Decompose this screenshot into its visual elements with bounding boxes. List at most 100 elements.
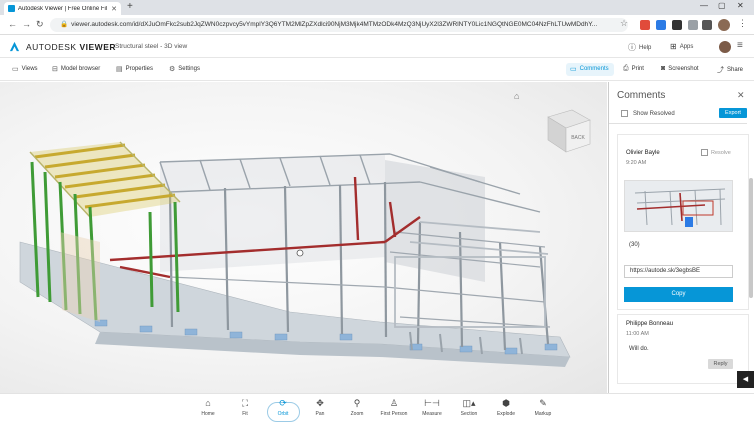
hamburger-menu-icon[interactable]: ≡ [737,40,743,51]
properties-button[interactable]: ▤ Properties [116,65,153,73]
markup-tool-label: Markup [534,411,552,417]
reload-icon[interactable]: ↻ [36,19,44,30]
model-canvas[interactable]: BACK ⌂ [0,82,607,393]
comments-button[interactable]: ▭ Comments [570,65,609,73]
resolve-toggle[interactable]: Resolve [701,149,731,156]
viewer-toolbar: ▭ Views ⊟ Model browser ▤ Properties ⚙ S… [0,59,754,81]
breadcrumb-chevron-icon: › [106,42,109,51]
cursor-marker [296,249,304,257]
orbit-tool-label: Orbit [277,411,289,417]
reply-button[interactable]: Reply [708,359,733,369]
fit-icon: ⛶ [241,398,249,408]
new-tab-icon[interactable]: + [127,1,133,12]
section-tool-button[interactable]: ◫▴ Section [453,398,485,417]
print-button[interactable]: ⎙ Print [623,65,644,73]
browser-profile-avatar[interactable] [718,19,730,31]
show-resolved-checkbox[interactable] [621,110,628,117]
fit-tool-button[interactable]: ⛶ Fit [229,398,261,417]
tab-title: Autodesk Viewer | Free Online Fil [18,5,108,12]
pan-tool-label: Pan [315,411,325,417]
show-resolved-label: Show Resolved [633,110,675,117]
resolve-checkbox[interactable] [701,149,708,156]
app-header: AUTODESK VIEWER › Structural steel - 3D … [0,36,754,58]
pan-tool-button[interactable]: ✥ Pan [304,398,336,417]
panel-scrollbar[interactable] [749,178,753,298]
measure-tool-label: Measure [422,411,442,417]
extensions-puzzle-icon[interactable] [688,20,698,30]
views-label: Views [21,66,38,72]
settings-button[interactable]: ⚙ Settings [169,65,200,73]
fit-tool-label: Fit [242,411,248,417]
measure-tool-button[interactable]: ⊢⊣ Measure [416,398,448,417]
navigation-toolbar [0,393,754,424]
help-icon: ⓘ [628,43,636,52]
extension-menu-icon[interactable] [702,20,712,30]
home-icon: ⌂ [205,398,211,408]
copy-button[interactable]: Copy [624,287,733,302]
screenshot-button[interactable]: ◙ Screenshot [661,65,699,72]
apps-label: Apps [679,43,694,50]
comment-time: 11:00 AM [626,331,649,337]
maximize-icon[interactable]: ▢ [718,1,726,10]
section-tool-label: Section [460,411,478,417]
browser-tab[interactable]: Autodesk Viewer | Free Online Fil ✕ [4,2,121,15]
measure-icon: ⊢⊣ [424,398,440,408]
model-browser-label: Model browser [60,66,101,72]
url-field[interactable]: 🔒 viewer.autodesk.com/id/dXJuOmFkc2sub2Jq… [50,18,628,32]
comments-panel-title: Comments [617,90,666,101]
export-button[interactable]: Export [719,108,747,118]
model-browser-icon: ⊟ [52,66,58,73]
share-icon: ⤴ [717,67,724,74]
comment-screenshot-thumbnail[interactable] [624,180,733,232]
extension-dark-icon[interactable] [672,20,682,30]
explode-icon: ⬢ [502,398,510,408]
forward-arrow-icon[interactable]: → [22,19,31,29]
comment-author: Olivier Bayle [626,150,660,156]
viewcube[interactable]: BACK [547,109,591,153]
apps-button[interactable]: ⊞ Apps [670,42,693,51]
browser-menu-icon[interactable]: ⋮ [738,18,747,29]
explode-tool-button[interactable]: ⬢ Explode [490,398,522,417]
model-browser-button[interactable]: ⊟ Model browser [52,65,100,73]
home-tool-label: Home [201,411,215,417]
minimize-icon[interactable]: — [700,1,708,10]
extension-red-icon[interactable] [640,20,650,30]
bookmark-star-icon[interactable]: ☆ [620,18,628,29]
camera-icon: ◙ [661,65,666,72]
views-button[interactable]: ▭ Views [12,65,38,73]
extension-blue-icon[interactable] [656,20,666,30]
lock-icon: 🔒 [60,21,69,28]
tab-close-icon[interactable]: ✕ [111,5,117,13]
first-person-tool-button[interactable]: ♙ First Person [378,398,410,417]
properties-icon: ▤ [116,66,123,73]
share-button[interactable]: ⤴ Share [717,65,743,75]
autodesk-favicon-icon [8,5,15,12]
back-arrow-icon[interactable]: ← [8,19,17,29]
markup-icon: ✎ [539,398,547,408]
structural-steel-model: BACK [19,109,591,367]
orbit-tool-button[interactable]: ⟳ Orbit [267,398,299,417]
pan-icon: ✥ [316,398,324,408]
first-person-tool-label: First Person [380,411,408,417]
home-tool-button[interactable]: ⌂ Home [192,398,224,417]
comment-author: Philippe Bonneau [626,321,674,327]
share-link-field[interactable]: https://autode.sk/3egbsBE [624,265,733,278]
markup-tool-button[interactable]: ✎ Markup [527,398,559,417]
feedback-megaphone-icon[interactable]: ◀ [737,371,754,388]
close-icon[interactable]: ✕ [737,90,745,101]
window-close-icon[interactable]: ✕ [737,1,744,10]
user-avatar[interactable] [719,41,731,53]
viewcube-home-icon[interactable]: ⌂ [514,91,519,101]
comment-icon: ▭ [570,66,577,73]
comment-text: Will do. [629,346,649,352]
app-brand: AUTODESK VIEWER [26,42,117,52]
apps-grid-icon: ⊞ [670,42,677,51]
printer-icon: ⎙ [623,65,629,72]
help-button[interactable]: ⓘ Help [628,42,651,53]
zoom-icon: ⚲ [353,398,361,408]
breadcrumb[interactable]: Structural steel - 3D view [115,43,187,50]
show-resolved-toggle[interactable]: Show Resolved [621,110,675,117]
first-person-icon: ♙ [389,398,399,408]
panel-divider [609,123,747,124]
zoom-tool-button[interactable]: ⚲ Zoom [341,398,373,417]
